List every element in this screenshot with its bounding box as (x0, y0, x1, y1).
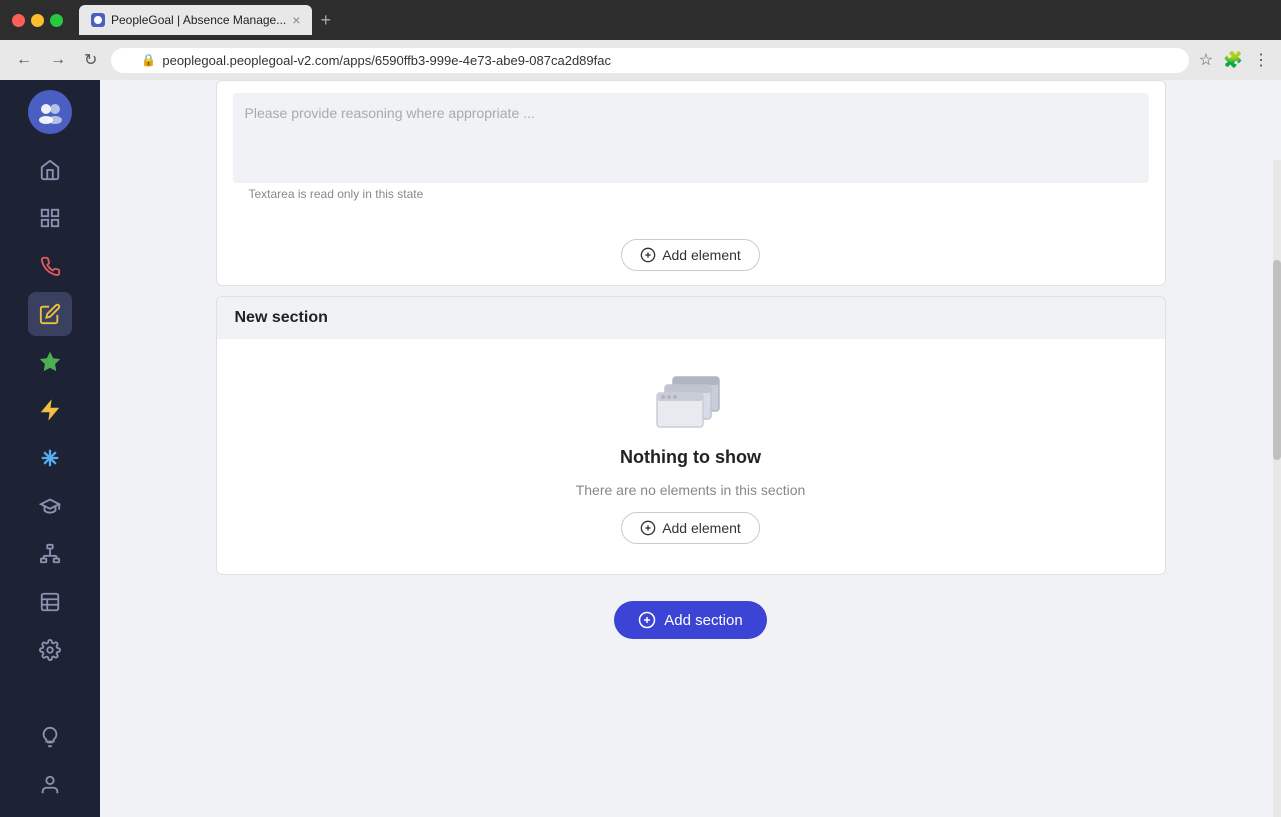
top-section-card: Please provide reasoning where appropria… (216, 80, 1166, 286)
plus-circle-icon-3 (638, 611, 656, 629)
add-element-button-section[interactable]: Add element (621, 512, 760, 544)
sidebar-item-org[interactable] (28, 532, 72, 576)
forward-button[interactable]: → (46, 47, 70, 73)
new-section-card: New section (216, 296, 1166, 575)
reasoning-textarea: Please provide reasoning where appropria… (233, 93, 1149, 183)
sidebar-item-asterisk[interactable] (28, 436, 72, 480)
sidebar-item-graduation[interactable] (28, 484, 72, 528)
textarea-hint: Textarea is read only in this state (233, 183, 1149, 213)
address-input-bar[interactable]: 🔒 peoplegoal.peoplegoal-v2.com/apps/6590… (111, 48, 1188, 73)
lock-icon: 🔒 (141, 53, 156, 67)
app-logo[interactable] (28, 90, 72, 134)
scrollbar-thumb[interactable] (1273, 260, 1281, 460)
nothing-to-show-description: There are no elements in this section (576, 482, 806, 498)
maximize-window-button[interactable] (50, 14, 63, 27)
sidebar-item-bulb[interactable] (28, 715, 72, 759)
traffic-lights (12, 14, 63, 27)
textarea-placeholder: Please provide reasoning where appropria… (245, 105, 535, 121)
sidebar-item-star[interactable] (28, 340, 72, 384)
section-title: New section (235, 309, 328, 326)
app-body: Please provide reasoning where appropria… (0, 80, 1281, 817)
sidebar-item-home[interactable] (28, 148, 72, 192)
add-element-button-top[interactable]: Add element (621, 239, 760, 271)
back-button[interactable]: ← (12, 47, 36, 73)
extensions-icon[interactable]: 🧩 (1223, 50, 1243, 70)
chrome-menu-icon[interactable]: ⋮ (1253, 50, 1269, 70)
sidebar-item-dashboard[interactable] (28, 196, 72, 240)
scrollbar-track[interactable] (1273, 160, 1281, 817)
sidebar-item-bolt[interactable] (28, 388, 72, 432)
bookmark-icon[interactable]: ☆ (1199, 50, 1213, 70)
plus-circle-icon (640, 247, 656, 263)
tab-favicon (91, 13, 105, 27)
new-tab-button[interactable]: + (320, 10, 331, 31)
sidebar-item-table[interactable] (28, 580, 72, 624)
minimize-window-button[interactable] (31, 14, 44, 27)
url-display: peoplegoal.peoplegoal-v2.com/apps/6590ff… (162, 53, 611, 68)
stacked-windows-icon (655, 369, 727, 429)
tab-close-button[interactable]: × (292, 12, 300, 28)
section-header: New section (217, 297, 1165, 339)
add-section-row: Add section (216, 585, 1166, 655)
active-tab[interactable]: PeopleGoal | Absence Manage... × (79, 5, 312, 35)
main-content: Please provide reasoning where appropria… (100, 80, 1281, 817)
textarea-area: Please provide reasoning where appropria… (217, 81, 1165, 225)
add-section-button[interactable]: Add section (614, 601, 766, 639)
tab-bar: PeopleGoal | Absence Manage... × + (79, 5, 331, 35)
empty-state-icon (655, 369, 727, 429)
sidebar-item-settings[interactable] (28, 628, 72, 672)
sidebar-item-inbox[interactable] (28, 244, 72, 288)
sidebar-item-user[interactable] (28, 763, 72, 807)
content-wrapper: Please provide reasoning where appropria… (216, 80, 1166, 655)
tab-title: PeopleGoal | Absence Manage... (111, 13, 286, 27)
reload-button[interactable]: ↻ (80, 46, 101, 74)
sidebar (0, 80, 100, 817)
sidebar-item-edit[interactable] (28, 292, 72, 336)
add-element-row-top: Add element (217, 225, 1165, 285)
section-body: Nothing to show There are no elements in… (217, 339, 1165, 574)
address-bar: ← → ↻ 🔒 peoplegoal.peoplegoal-v2.com/app… (0, 40, 1281, 80)
nothing-to-show-heading: Nothing to show (620, 447, 761, 468)
close-window-button[interactable] (12, 14, 25, 27)
plus-circle-icon-2 (640, 520, 656, 536)
browser-chrome: PeopleGoal | Absence Manage... × + (0, 0, 1281, 40)
